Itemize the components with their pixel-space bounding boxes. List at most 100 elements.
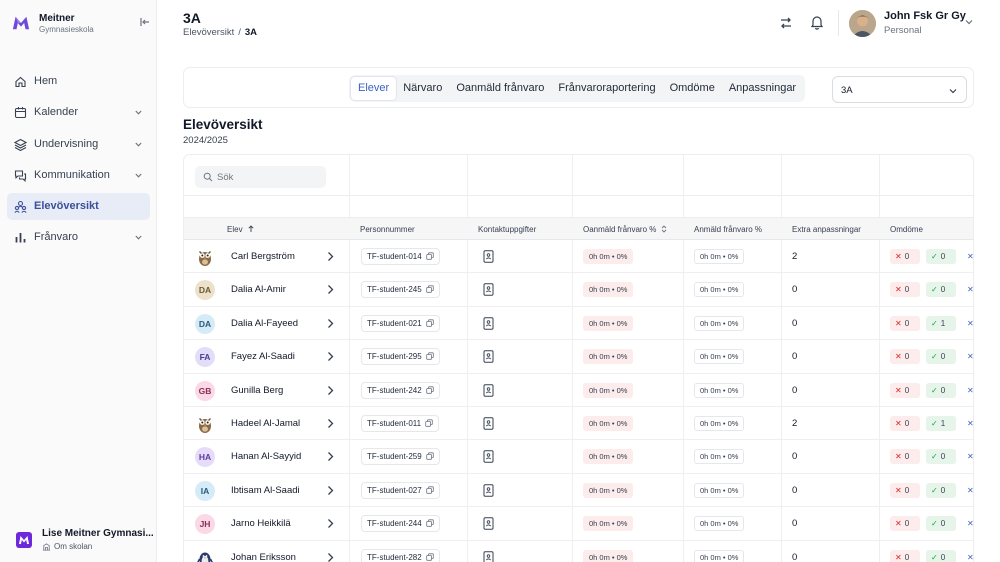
tab-anpassningar[interactable]: Anpassningar (722, 77, 803, 100)
assessment-pending-chip[interactable]: ✕ (962, 482, 973, 498)
assessment-rejected-chip[interactable]: ✕ 0 (890, 249, 920, 264)
table-row[interactable]: Johan Eriksson TF-student-282 0h 0m • 0% 0h… (184, 541, 973, 562)
personnummer-chip[interactable]: TF-student-244 (361, 515, 440, 533)
contact-card-icon[interactable] (483, 484, 494, 497)
switch-arrows-icon[interactable] (778, 15, 794, 31)
student-name[interactable]: Ibtisam Al-Saadi (231, 485, 300, 496)
copy-icon[interactable] (426, 252, 434, 260)
class-select[interactable]: 3A (832, 76, 967, 103)
copy-icon[interactable] (426, 519, 434, 527)
sidebar-item-kommunikation[interactable]: Kommunikation (7, 162, 150, 189)
copy-icon[interactable] (426, 486, 434, 494)
student-name[interactable]: Fayez Al-Saadi (231, 351, 295, 362)
chevron-right-icon[interactable] (325, 485, 335, 496)
table-row[interactable]: GB Gunilla Berg TF-student-242 0h 0m • 0% 0h… (184, 374, 973, 407)
personnummer-chip[interactable]: TF-student-245 (361, 281, 440, 299)
personnummer-chip[interactable]: TF-student-021 (361, 314, 440, 332)
school-switcher[interactable]: Lise Meitner Gymnasi... Om skolan (10, 526, 154, 554)
student-name[interactable]: Hanan Al-Sayyid (231, 451, 301, 462)
breadcrumb-item-elevoversikt[interactable]: Elevöversikt (183, 27, 234, 38)
tab-närvaro[interactable]: Närvaro (396, 77, 449, 100)
sidebar-item-frånvaro[interactable]: Frånvaro (7, 224, 150, 251)
tab-omdöme[interactable]: Omdöme (663, 77, 722, 100)
student-name[interactable]: Johan Eriksson (231, 552, 296, 562)
column-header-personnummer[interactable]: Personnummer (360, 225, 415, 234)
personnummer-chip[interactable]: TF-student-259 (361, 448, 440, 466)
brand[interactable]: Meitner Gymnasieskola (12, 11, 152, 39)
assessment-rejected-chip[interactable]: ✕ 0 (890, 282, 920, 298)
personnummer-chip[interactable]: TF-student-295 (361, 348, 440, 366)
copy-icon[interactable] (426, 319, 434, 327)
bell-icon[interactable] (809, 14, 825, 30)
table-row[interactable]: HA Hanan Al-Sayyid TF-student-259 0h 0m • 0… (184, 440, 973, 474)
table-row[interactable]: DA Dalia Al-Amir TF-student-245 0h 0m • 0% 0… (184, 273, 973, 307)
contact-card-icon[interactable] (483, 283, 494, 297)
copy-icon[interactable] (426, 552, 434, 561)
sidebar-item-hem[interactable]: Hem (7, 68, 150, 95)
chevron-right-icon[interactable] (325, 351, 335, 362)
table-row[interactable]: DA Dalia Al-Fayeed TF-student-021 0h 0m • 0… (184, 307, 973, 341)
assessment-pending-chip[interactable]: ✕ (962, 349, 973, 365)
copy-icon[interactable] (426, 352, 434, 360)
assessment-pending-chip[interactable]: ✕ (962, 282, 973, 298)
sidebar-item-kalender[interactable]: Kalender (7, 99, 150, 126)
assessment-rejected-chip[interactable]: ✕ 0 (890, 482, 920, 498)
personnummer-chip[interactable]: TF-student-014 (361, 248, 440, 265)
about-school-link[interactable]: Om skolan (54, 542, 92, 551)
assessment-approved-chip[interactable]: ✓ 0 (926, 482, 956, 498)
assessment-approved-chip[interactable]: ✓ 0 (926, 349, 956, 365)
assessment-approved-chip[interactable]: ✓ 1 (926, 315, 956, 331)
copy-icon[interactable] (426, 385, 434, 394)
chevron-down-icon[interactable] (134, 171, 143, 180)
personnummer-chip[interactable]: TF-student-242 (361, 381, 440, 399)
user-avatar[interactable] (849, 10, 876, 37)
assessment-rejected-chip[interactable]: ✕ 0 (890, 349, 920, 365)
contact-card-icon[interactable] (483, 250, 494, 263)
student-name[interactable]: Jarno Heikkilä (231, 518, 291, 529)
assessment-rejected-chip[interactable]: ✕ 0 (890, 449, 920, 465)
chevron-right-icon[interactable] (325, 318, 335, 329)
assessment-approved-chip[interactable]: ✓ 1 (926, 415, 956, 431)
assessment-pending-chip[interactable]: ✕ (962, 249, 973, 264)
student-name[interactable]: Dalia Al-Amir (231, 284, 286, 295)
assessment-pending-chip[interactable]: ✕ (962, 449, 973, 465)
contact-card-icon[interactable] (483, 450, 494, 464)
contact-card-icon[interactable] (483, 417, 494, 430)
copy-icon[interactable] (425, 419, 433, 427)
chevron-right-icon[interactable] (325, 418, 335, 429)
student-name[interactable]: Hadeel Al-Jamal (231, 418, 300, 429)
assessment-rejected-chip[interactable]: ✕ 0 (890, 315, 920, 331)
search-box[interactable] (195, 166, 326, 188)
assessment-approved-chip[interactable]: ✓ 0 (926, 282, 956, 298)
chevron-down-icon[interactable] (964, 17, 974, 27)
assessment-approved-chip[interactable]: ✓ 0 (926, 449, 956, 465)
assessment-approved-chip[interactable]: ✓ 0 (926, 382, 956, 398)
search-input[interactable] (217, 169, 321, 185)
sidebar-item-elevöversikt[interactable]: Elevöversikt (7, 193, 150, 221)
table-row[interactable]: Hadeel Al-Jamal TF-student-011 0h 0m • 0% 0… (184, 407, 973, 441)
chevron-right-icon[interactable] (325, 385, 335, 396)
personnummer-chip[interactable]: TF-student-282 (361, 548, 440, 562)
table-row[interactable]: JH Jarno Heikkilä TF-student-244 0h 0m • 0%… (184, 507, 973, 541)
column-header-anmald[interactable]: Anmäld frånvaro % (694, 225, 762, 234)
assessment-pending-chip[interactable]: ✕ (962, 315, 973, 331)
assessment-pending-chip[interactable]: ✕ (962, 415, 973, 431)
tab-elever[interactable]: Elever (351, 77, 397, 100)
tab-oanmäld-frånvaro[interactable]: Oanmäld frånvaro (449, 77, 551, 100)
contact-card-icon[interactable] (483, 383, 494, 397)
personnummer-chip[interactable]: TF-student-011 (361, 414, 440, 432)
student-name[interactable]: Gunilla Berg (231, 385, 283, 396)
student-name[interactable]: Dalia Al-Fayeed (231, 318, 298, 329)
student-name[interactable]: Carl Bergström (231, 251, 295, 262)
chevron-right-icon[interactable] (325, 451, 335, 462)
column-header-omdome[interactable]: Omdöme (890, 225, 923, 234)
assessment-rejected-chip[interactable]: ✕ 0 (890, 549, 920, 562)
column-header-kontakt[interactable]: Kontaktuppgifter (478, 225, 536, 234)
assessment-approved-chip[interactable]: ✓ 0 (926, 249, 956, 264)
column-header-elev[interactable]: Elev (227, 225, 255, 234)
column-header-oanmald[interactable]: Oanmäld frånvaro % (583, 225, 668, 234)
contact-card-icon[interactable] (483, 517, 494, 530)
table-row[interactable]: IA Ibtisam Al-Saadi TF-student-027 0h 0m • … (184, 474, 973, 508)
contact-card-icon[interactable] (483, 317, 494, 330)
chevron-right-icon[interactable] (325, 518, 335, 529)
